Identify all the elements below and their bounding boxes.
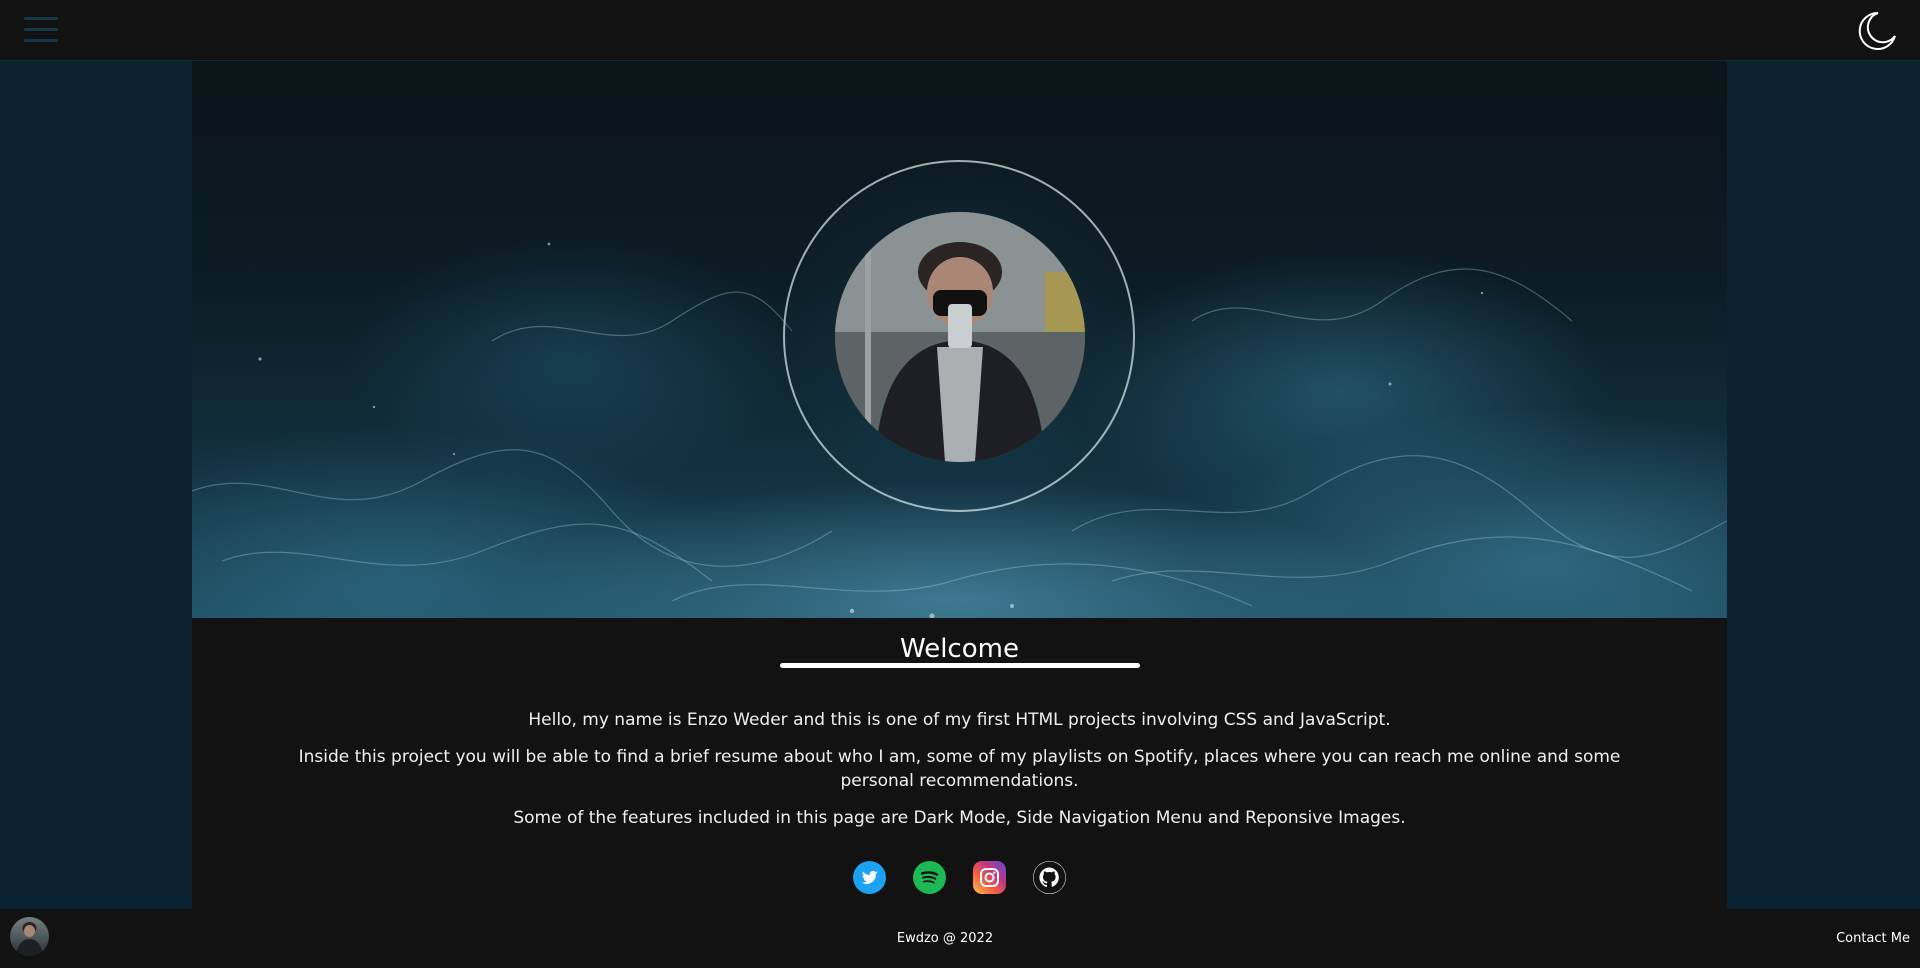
heading-underline [780, 663, 1140, 668]
side-panel-right [1727, 61, 1920, 909]
hero-banner [192, 61, 1727, 618]
side-panel-left [0, 61, 192, 909]
copyright-text: Ewdzo @ 2022 [896, 931, 994, 946]
contact-me-link[interactable]: Contact Me [1836, 931, 1910, 946]
github-icon[interactable] [1033, 861, 1066, 894]
welcome-heading: Welcome [900, 634, 1019, 664]
moon-icon[interactable] [1856, 10, 1898, 52]
features-paragraph: Some of the features included in this pa… [513, 808, 1406, 828]
profile-photo [835, 212, 1085, 462]
spotify-icon[interactable] [913, 861, 946, 894]
twitter-icon[interactable] [853, 861, 886, 894]
hamburger-menu-icon[interactable] [24, 17, 58, 47]
top-bar [0, 0, 1920, 61]
intro-paragraph: Hello, my name is Enzo Weder and this is… [528, 710, 1391, 730]
social-links [192, 861, 1727, 895]
resume-paragraph: Inside this project you will be able to … [298, 747, 1621, 791]
instagram-icon[interactable] [973, 861, 1006, 894]
footer: Ewdzo @ 2022 Contact Me [0, 909, 1920, 968]
main-content: Welcome Hello, my name is Enzo Weder and… [192, 618, 1727, 909]
